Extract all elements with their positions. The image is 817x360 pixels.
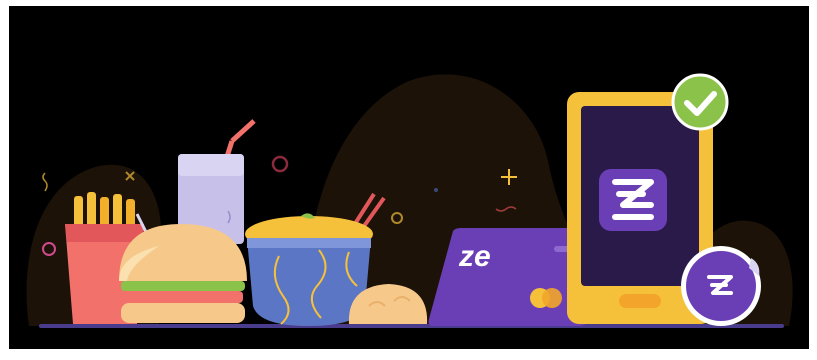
illustration-canvas: ze bbox=[26, 73, 793, 328]
decor-ring-icon bbox=[271, 155, 289, 173]
food-payment-illustration: ze bbox=[9, 6, 809, 349]
decor-dot-icon bbox=[434, 188, 438, 192]
card-brand-text: ze bbox=[458, 240, 491, 273]
z-coin-icon bbox=[681, 246, 761, 326]
decor-squiggle-icon bbox=[42, 172, 48, 192]
checkmark-icon bbox=[671, 73, 729, 131]
ground-line bbox=[39, 324, 784, 328]
screenshot-frame: ze bbox=[0, 0, 817, 360]
